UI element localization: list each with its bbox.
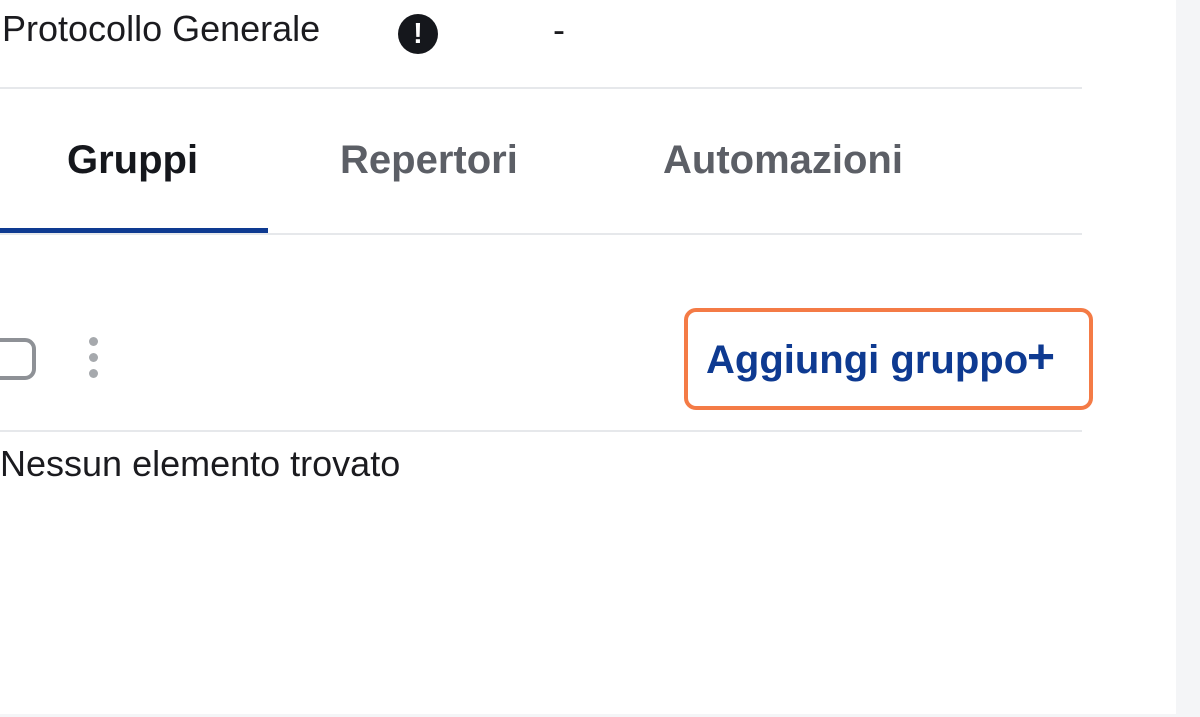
- tabs-divider: [0, 233, 1082, 235]
- list-divider: [0, 430, 1082, 432]
- tab-automazioni[interactable]: Automazioni: [663, 138, 903, 183]
- tab-bar: Gruppi Repertori Automazioni: [0, 90, 1082, 235]
- page-title: Protocollo Generale: [2, 8, 321, 49]
- page-header: Protocollo Generale ! -: [0, 0, 1082, 64]
- header-divider: [0, 87, 1082, 89]
- empty-state-message: Nessun elemento trovato: [0, 443, 401, 484]
- plus-icon: +: [1027, 331, 1056, 384]
- tab-repertori[interactable]: Repertori: [340, 138, 518, 183]
- list-toolbar: Aggiungi gruppo +: [0, 305, 1100, 415]
- kebab-menu-icon[interactable]: [86, 337, 102, 379]
- exclamation-circle-icon[interactable]: !: [398, 14, 438, 54]
- add-group-button[interactable]: Aggiungi gruppo +: [684, 308, 1093, 410]
- header-value: -: [553, 9, 565, 50]
- add-group-label: Aggiungi gruppo: [706, 338, 1029, 382]
- tab-gruppi[interactable]: Gruppi: [67, 138, 198, 183]
- groups-panel: Protocollo Generale ! - Gruppi Repertori…: [0, 0, 1176, 714]
- select-all-checkbox[interactable]: [0, 338, 36, 380]
